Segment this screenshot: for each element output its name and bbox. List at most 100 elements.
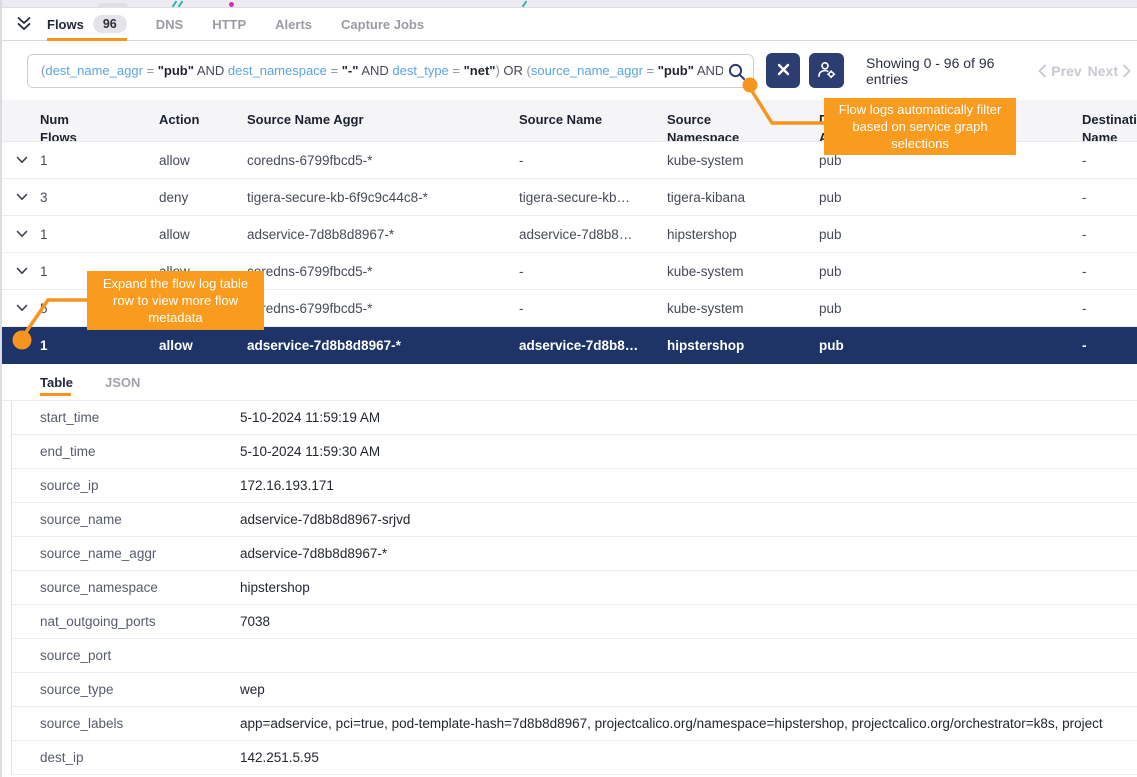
query-token: dest_name_aggr [45, 63, 143, 78]
chevron-right-icon [1122, 64, 1131, 78]
table-row[interactable]: 1allowadservice-7d8b8d8967-*adservice-7d… [2, 327, 1137, 364]
cell-dest-name-aggr: pub [819, 190, 1072, 205]
detail-key: source_name_aggr [40, 546, 240, 561]
detail-row: source_labelsapp=adservice, pci=true, po… [12, 707, 1137, 741]
query-token: source_name_aggr [531, 63, 643, 78]
cell-action: allow [159, 153, 247, 168]
query-token: = [647, 63, 655, 78]
cell-dest-name-aggr: pub [819, 227, 1072, 242]
row-details-list: start_time5-10-2024 11:59:19 AMend_time5… [11, 401, 1137, 775]
cell-num-flows: 1 [40, 338, 159, 353]
detail-value: hipstershop [240, 580, 1137, 595]
column-header-label: Destination Name [1082, 111, 1137, 141]
detail-value: 172.16.193.171 [240, 478, 1137, 493]
query-token: AND [697, 63, 723, 78]
graph-artifact [172, 1, 178, 8]
row-expand-chevron-icon[interactable] [14, 267, 40, 275]
cell-source-namespace: kube-system [667, 153, 819, 168]
cell-source-name-aggr: coredns-6799fbcd5-* [247, 264, 519, 279]
tooltip-filter-hint: Flow logs automatically filter based on … [824, 98, 1016, 155]
prev-label: Prev [1051, 63, 1081, 79]
next-button[interactable]: Next [1088, 63, 1131, 79]
detail-row: dest_ip142.251.5.95 [12, 741, 1137, 775]
collapse-panel-icon[interactable] [16, 8, 32, 40]
table-row[interactable]: 3denytigera-secure-kb-6f9c9c44c8-*tigera… [2, 179, 1137, 216]
clear-filter-button[interactable] [766, 53, 801, 88]
query-token: ) [495, 63, 499, 78]
row-details-tabs: Table JSON [2, 364, 1137, 401]
cell-destination-name: - [1072, 264, 1137, 279]
cell-destination-name: - [1072, 338, 1137, 353]
query-token: "pub" [158, 63, 194, 78]
detail-value: 7038 [240, 614, 1137, 629]
cell-source-name-aggr: tigera-secure-kb-6f9c9c44c8-* [247, 190, 519, 205]
detail-key: source_type [40, 682, 240, 697]
cell-source-name-aggr: adservice-7d8b8d8967-* [247, 338, 519, 353]
cell-source-namespace: hipstershop [667, 338, 819, 353]
cell-num-flows: 3 [40, 190, 159, 205]
row-expand-chevron-icon[interactable] [14, 193, 40, 201]
cell-dest-name-aggr: pub [819, 264, 1072, 279]
filter-settings-button[interactable] [809, 53, 844, 88]
cell-source-name-aggr: coredns-6799fbcd5-* [247, 153, 519, 168]
detail-value: 5-10-2024 11:59:19 AM [240, 410, 1137, 425]
row-expand-chevron-icon[interactable] [14, 341, 40, 349]
table-row[interactable]: 1allowadservice-7d8b8d8967-*adservice-7d… [2, 216, 1137, 253]
filter-query-text: (dest_name_aggr = "pub" AND dest_namespa… [41, 63, 723, 78]
cell-source-name: - [519, 264, 667, 279]
detail-key: source_name [40, 512, 240, 527]
cell-source-name: tigera-secure-kb… [519, 190, 667, 205]
details-tab-json[interactable]: JSON [105, 364, 140, 400]
detail-row: nat_outgoing_ports7038 [12, 605, 1137, 639]
cell-action: deny [159, 190, 247, 205]
cell-source-name-aggr: adservice-7d8b8d8967-* [247, 227, 519, 242]
details-tab-table[interactable]: Table [40, 364, 73, 400]
row-expand-chevron-icon[interactable] [14, 304, 40, 312]
cell-source-namespace: kube-system [667, 301, 819, 316]
detail-key: nat_outgoing_ports [40, 614, 240, 629]
column-header: Source Namespace [667, 111, 819, 141]
tab-dns[interactable]: DNS [156, 8, 183, 40]
prev-button[interactable]: Prev [1038, 63, 1081, 79]
cell-source-namespace: hipstershop [667, 227, 819, 242]
cell-dest-name-aggr: pub [819, 338, 1072, 353]
cell-source-name-aggr: coredns-6799fbcd5-* [247, 301, 519, 316]
filter-query-input[interactable]: (dest_name_aggr = "pub" AND dest_namespa… [27, 54, 754, 88]
tab-label: Flows [47, 17, 84, 32]
cell-source-name: adservice-7d8b8… [519, 227, 667, 242]
cell-action: allow [159, 227, 247, 242]
detail-row: source_nameadservice-7d8b8d8967-srjvd [12, 503, 1137, 537]
row-expand-chevron-icon[interactable] [14, 156, 40, 164]
cell-dest-name-aggr: pub [819, 301, 1072, 316]
cell-destination-name: - [1072, 190, 1137, 205]
search-icon[interactable] [728, 63, 746, 81]
cell-source-name: - [519, 153, 667, 168]
detail-value: app=adservice, pci=true, pod-template-ha… [240, 716, 1137, 731]
cell-source-name: adservice-7d8b8… [519, 338, 667, 353]
detail-row: source_typewep [12, 673, 1137, 707]
detail-key: dest_ip [40, 750, 240, 765]
tab-http[interactable]: HTTP [212, 8, 246, 40]
detail-row: source_ip172.16.193.171 [12, 469, 1137, 503]
row-expand-chevron-icon[interactable] [14, 230, 40, 238]
tab-label: DNS [156, 17, 183, 32]
log-tabs: Flows96 DNS HTTP Alerts Capture Jobs [47, 8, 453, 40]
tooltip-expand-hint: Expand the flow log table row to view mo… [87, 271, 264, 330]
detail-row: end_time5-10-2024 11:59:30 AM [12, 435, 1137, 469]
column-header: Destination Name [1072, 111, 1137, 141]
query-token: dest_namespace [228, 63, 327, 78]
graph-artifact [178, 1, 184, 8]
cell-num-flows: 1 [40, 153, 159, 168]
logs-tabbar: Flows96 DNS HTTP Alerts Capture Jobs [2, 8, 1137, 41]
detail-key: source_port [40, 648, 240, 663]
tab-alerts[interactable]: Alerts [275, 8, 312, 40]
entries-count: Showing 0 - 96 of 96 entries [866, 55, 1038, 87]
cell-source-name: - [519, 301, 667, 316]
detail-value: 5-10-2024 11:59:30 AM [240, 444, 1137, 459]
tab-capture-jobs[interactable]: Capture Jobs [341, 8, 424, 40]
top-strip [2, 0, 1137, 8]
column-header-label: Num Flows [40, 111, 88, 141]
column-header-label: Source Name Aggr [247, 111, 364, 129]
tab-flows[interactable]: Flows96 [47, 8, 127, 40]
graph-artifact [522, 1, 528, 8]
